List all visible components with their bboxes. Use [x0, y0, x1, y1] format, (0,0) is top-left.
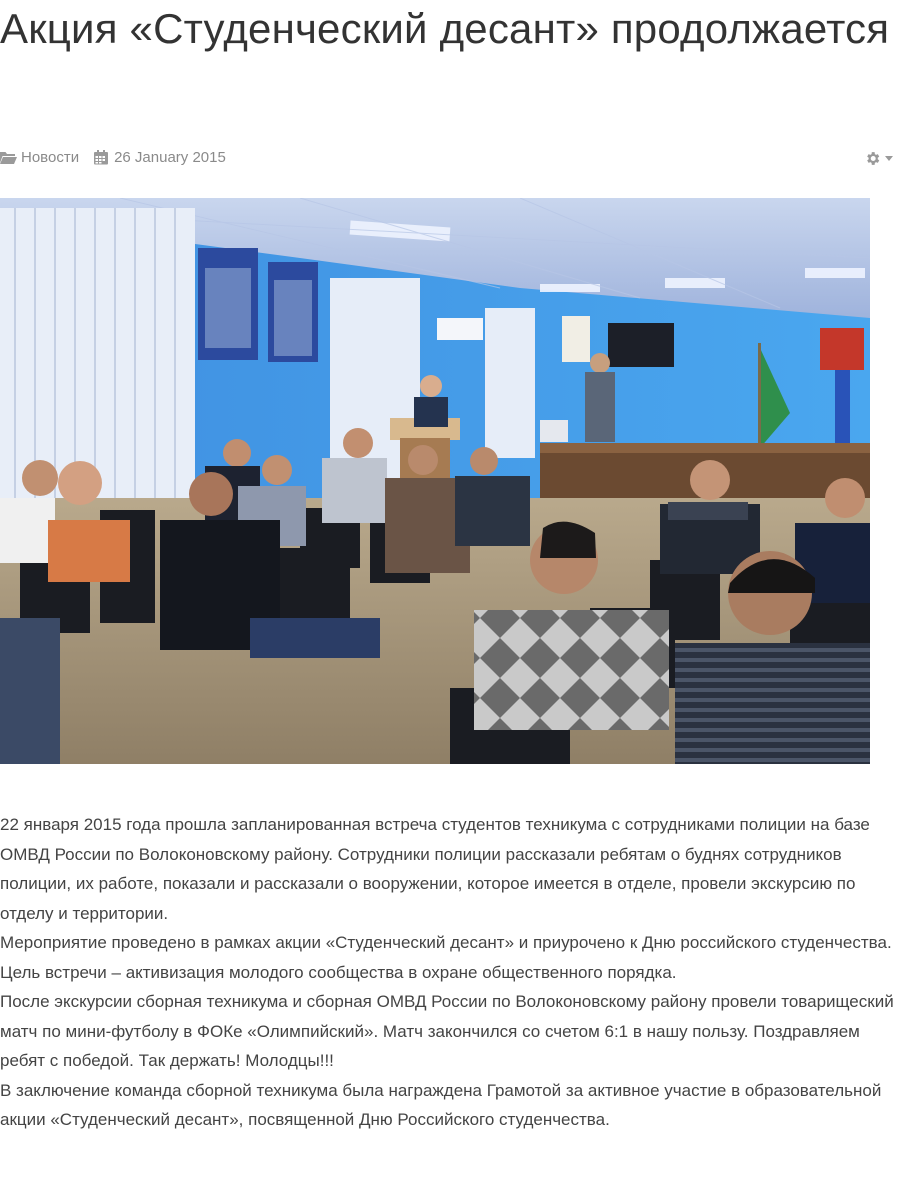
category-meta: Новости [0, 149, 79, 166]
article-photo [0, 198, 870, 764]
gear-icon [864, 150, 881, 167]
calendar-icon [93, 149, 110, 165]
caret-down-icon [885, 156, 893, 161]
article-body: 22 января 2015 года прошла запланированн… [0, 810, 899, 1135]
article-tools-dropdown[interactable] [864, 150, 893, 167]
category-link[interactable]: Новости [21, 149, 79, 166]
article-paragraph-2: Мероприятие проведено в рамках акции «Ст… [0, 933, 892, 982]
article-meta: Новости 26 January 2015 [0, 146, 240, 168]
photo-meeting-students-police-hall [0, 198, 870, 764]
article-paragraph-4: В заключение команда сборной техникума б… [0, 1080, 882, 1130]
article-paragraph-1: 22 января 2015 года прошла запланированн… [0, 815, 870, 923]
publish-date: 26 January 2015 [114, 148, 226, 166]
date-meta: 26 January 2015 [93, 149, 226, 166]
article-title: Акция «Студенческий десант» продолжается [0, 5, 890, 52]
article-paragraph-3: После экскурсии сборная техникума и сбор… [0, 992, 894, 1070]
folder-open-icon [0, 150, 17, 165]
